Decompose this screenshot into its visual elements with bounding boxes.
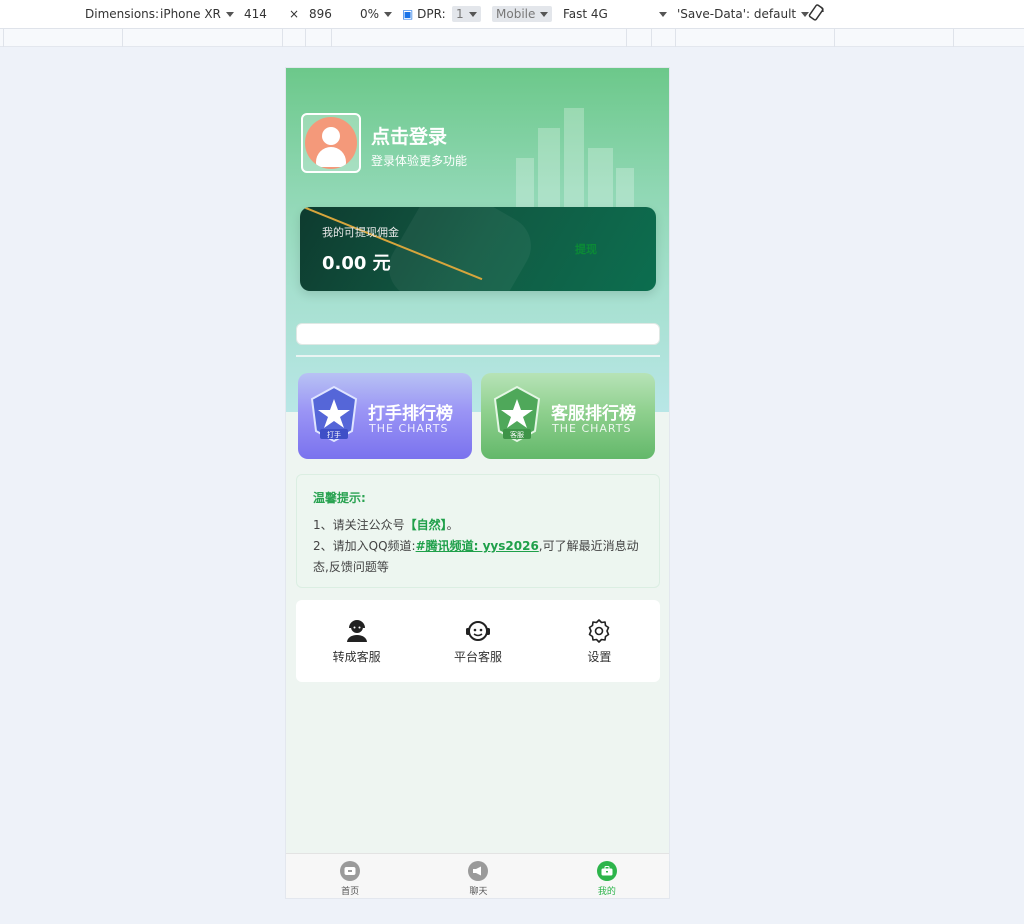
service-ranking-subtitle: THE CHARTS xyxy=(552,422,632,435)
platform-service-button[interactable]: 平台客服 xyxy=(417,600,538,682)
login-title[interactable]: 点击登录 xyxy=(371,122,447,149)
avatar-frame[interactable] xyxy=(301,113,361,173)
dpr-select[interactable]: 1 xyxy=(452,6,481,22)
devtools-toolbar: Dimensions: iPhone XR 414 × 896 0% ▣ DPR… xyxy=(0,0,1024,29)
width-input[interactable]: 414 xyxy=(244,7,267,21)
service-ranking-card[interactable]: 客服 客服排行榜 THE CHARTS xyxy=(481,373,655,459)
dpr-group: ▣ DPR: xyxy=(402,7,446,21)
gear-icon xyxy=(589,619,610,643)
screenshot-icon[interactable]: ▣ xyxy=(402,7,413,21)
home-icon xyxy=(340,861,361,881)
user-headset-icon xyxy=(346,620,367,642)
settings-button[interactable]: 设置 xyxy=(539,600,660,682)
become-service-button[interactable]: 转成客服 xyxy=(296,600,417,682)
megaphone-icon xyxy=(468,861,489,881)
qq-channel-link[interactable]: #腾讯频道: yys2026 xyxy=(416,539,539,553)
service-badge-icon: 客服 xyxy=(493,385,541,443)
player-ranking-subtitle: THE CHARTS xyxy=(369,422,449,435)
times-sign: × xyxy=(289,7,300,21)
rotate-icon[interactable] xyxy=(808,4,826,25)
mobile-viewport: 点击登录 登录体验更多功能 我的可提现佣金 0.00 元 提现 打手 打手排行榜… xyxy=(285,67,670,899)
avatar-icon xyxy=(305,117,357,169)
tip-line-2: 2、请加入QQ频道:#腾讯频道: yys2026,可了解最近消息动态,反馈问题等 xyxy=(313,539,639,574)
official-account-name: 【自然】 xyxy=(404,518,447,532)
tip-line-1: 1、请关注公众号【自然】。 xyxy=(313,518,459,532)
commission-card: 我的可提现佣金 0.00 元 提现 xyxy=(300,207,656,291)
platform-service-label: 平台客服 xyxy=(453,650,502,664)
become-service-label: 转成客服 xyxy=(332,650,381,664)
device-select[interactable]: iPhone XR xyxy=(160,7,234,21)
login-subtitle: 登录体验更多功能 xyxy=(371,154,468,168)
profile-header: 点击登录 登录体验更多功能 我的可提现佣金 0.00 元 提现 xyxy=(286,68,669,412)
dimensions-label: Dimensions: xyxy=(85,7,160,21)
height-input[interactable]: 896 xyxy=(309,7,332,21)
commission-label: 我的可提现佣金 xyxy=(322,226,399,239)
zoom-select[interactable]: 0% xyxy=(360,7,393,21)
tools-panel: 转成客服 平台客服 设置 xyxy=(296,600,660,682)
mode-select[interactable]: Mobile xyxy=(492,6,553,22)
tab-chat[interactable]: 聊天 xyxy=(414,854,542,898)
network-caret[interactable] xyxy=(654,7,667,21)
network-select[interactable]: Fast 4G xyxy=(563,7,608,21)
chevron-down-icon xyxy=(540,12,549,17)
save-data-select[interactable]: 'Save-Data': default xyxy=(677,7,810,21)
commission-amount: 0.00 元 xyxy=(322,253,391,274)
player-badge-text: 打手 xyxy=(327,430,341,439)
withdraw-button[interactable]: 提现 xyxy=(575,241,597,257)
chevron-down-icon xyxy=(659,12,667,17)
search-bar[interactable] xyxy=(296,323,660,345)
service-ranking-title: 客服排行榜 xyxy=(551,404,636,424)
dpr-label: DPR: xyxy=(417,7,446,21)
tab-home[interactable]: 首页 xyxy=(286,854,414,898)
player-badge-icon: 打手 xyxy=(310,385,358,443)
tips-panel: 温馨提示: 1、请关注公众号【自然】。 2、请加入QQ频道:#腾讯频道: yys… xyxy=(296,474,660,588)
media-query-ruler xyxy=(0,29,1024,47)
tab-mine[interactable]: 我的 xyxy=(543,854,669,898)
tips-heading: 温馨提示: xyxy=(313,491,366,505)
bottom-tab-bar: 首页 聊天 我的 xyxy=(286,853,669,898)
chevron-down-icon xyxy=(384,12,393,17)
support-face-icon xyxy=(465,621,490,641)
briefcase-icon xyxy=(596,861,617,881)
player-ranking-card[interactable]: 打手 打手排行榜 THE CHARTS xyxy=(298,373,472,459)
divider xyxy=(296,355,660,357)
chevron-down-icon xyxy=(468,12,477,17)
chevron-down-icon xyxy=(225,12,234,17)
service-badge-text: 客服 xyxy=(510,430,524,439)
settings-label: 设置 xyxy=(587,650,612,664)
player-ranking-title: 打手排行榜 xyxy=(368,404,453,424)
